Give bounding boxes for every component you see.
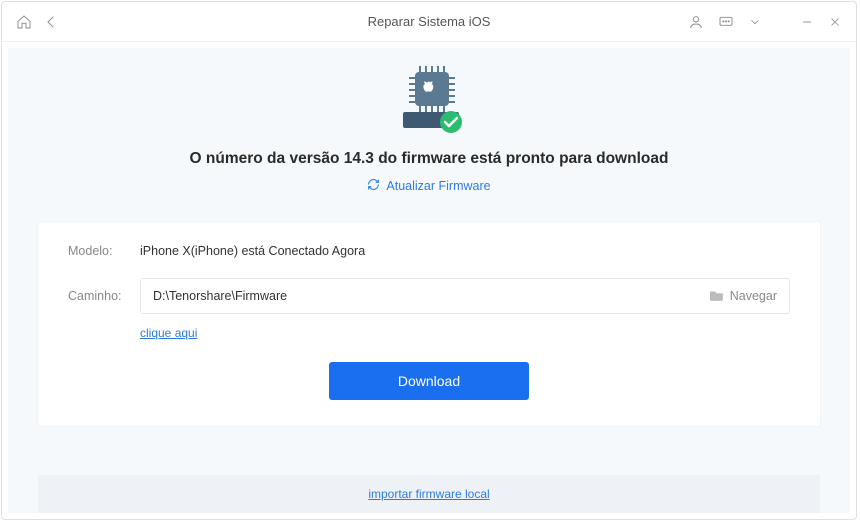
download-button[interactable]: Download [329,362,529,400]
minimize-icon[interactable] [800,15,814,29]
refresh-firmware-link[interactable]: Atualizar Firmware [367,178,490,194]
content-body: O número da versão 14.3 do firmware está… [8,48,850,513]
refresh-icon [367,178,380,194]
footer-bar: importar firmware local [38,475,820,513]
titlebar: Reparar Sistema iOS [2,2,856,42]
feedback-icon[interactable] [718,14,734,30]
close-icon[interactable] [828,15,842,29]
home-icon[interactable] [16,14,32,30]
window-title: Reparar Sistema iOS [368,14,491,29]
import-local-link[interactable]: importar firmware local [368,487,489,501]
chip-illustration [389,66,469,136]
browse-label: Navegar [730,289,777,303]
user-icon[interactable] [688,14,704,30]
back-icon[interactable] [44,14,60,30]
titlebar-right [688,14,842,30]
path-input-wrap: Navegar [140,278,790,314]
path-input[interactable] [153,289,710,303]
path-row: Caminho: Navegar [68,278,790,314]
firmware-panel: Modelo: iPhone X(iPhone) está Conectado … [38,222,820,426]
app-window: Reparar Sistema iOS [1,1,857,520]
model-row: Modelo: iPhone X(iPhone) está Conectado … [68,244,790,258]
model-value: iPhone X(iPhone) está Conectado Agora [140,244,365,258]
headline: O número da versão 14.3 do firmware está… [190,150,669,168]
folder-icon [710,289,724,304]
refresh-label: Atualizar Firmware [386,179,490,193]
hero-section: O número da versão 14.3 do firmware está… [190,66,669,194]
browse-button[interactable]: Navegar [710,289,777,304]
click-here-link[interactable]: clique aqui [140,326,790,340]
model-label: Modelo: [68,244,140,258]
path-label: Caminho: [68,289,140,303]
titlebar-left [16,14,60,30]
chevron-down-icon[interactable] [748,15,762,29]
